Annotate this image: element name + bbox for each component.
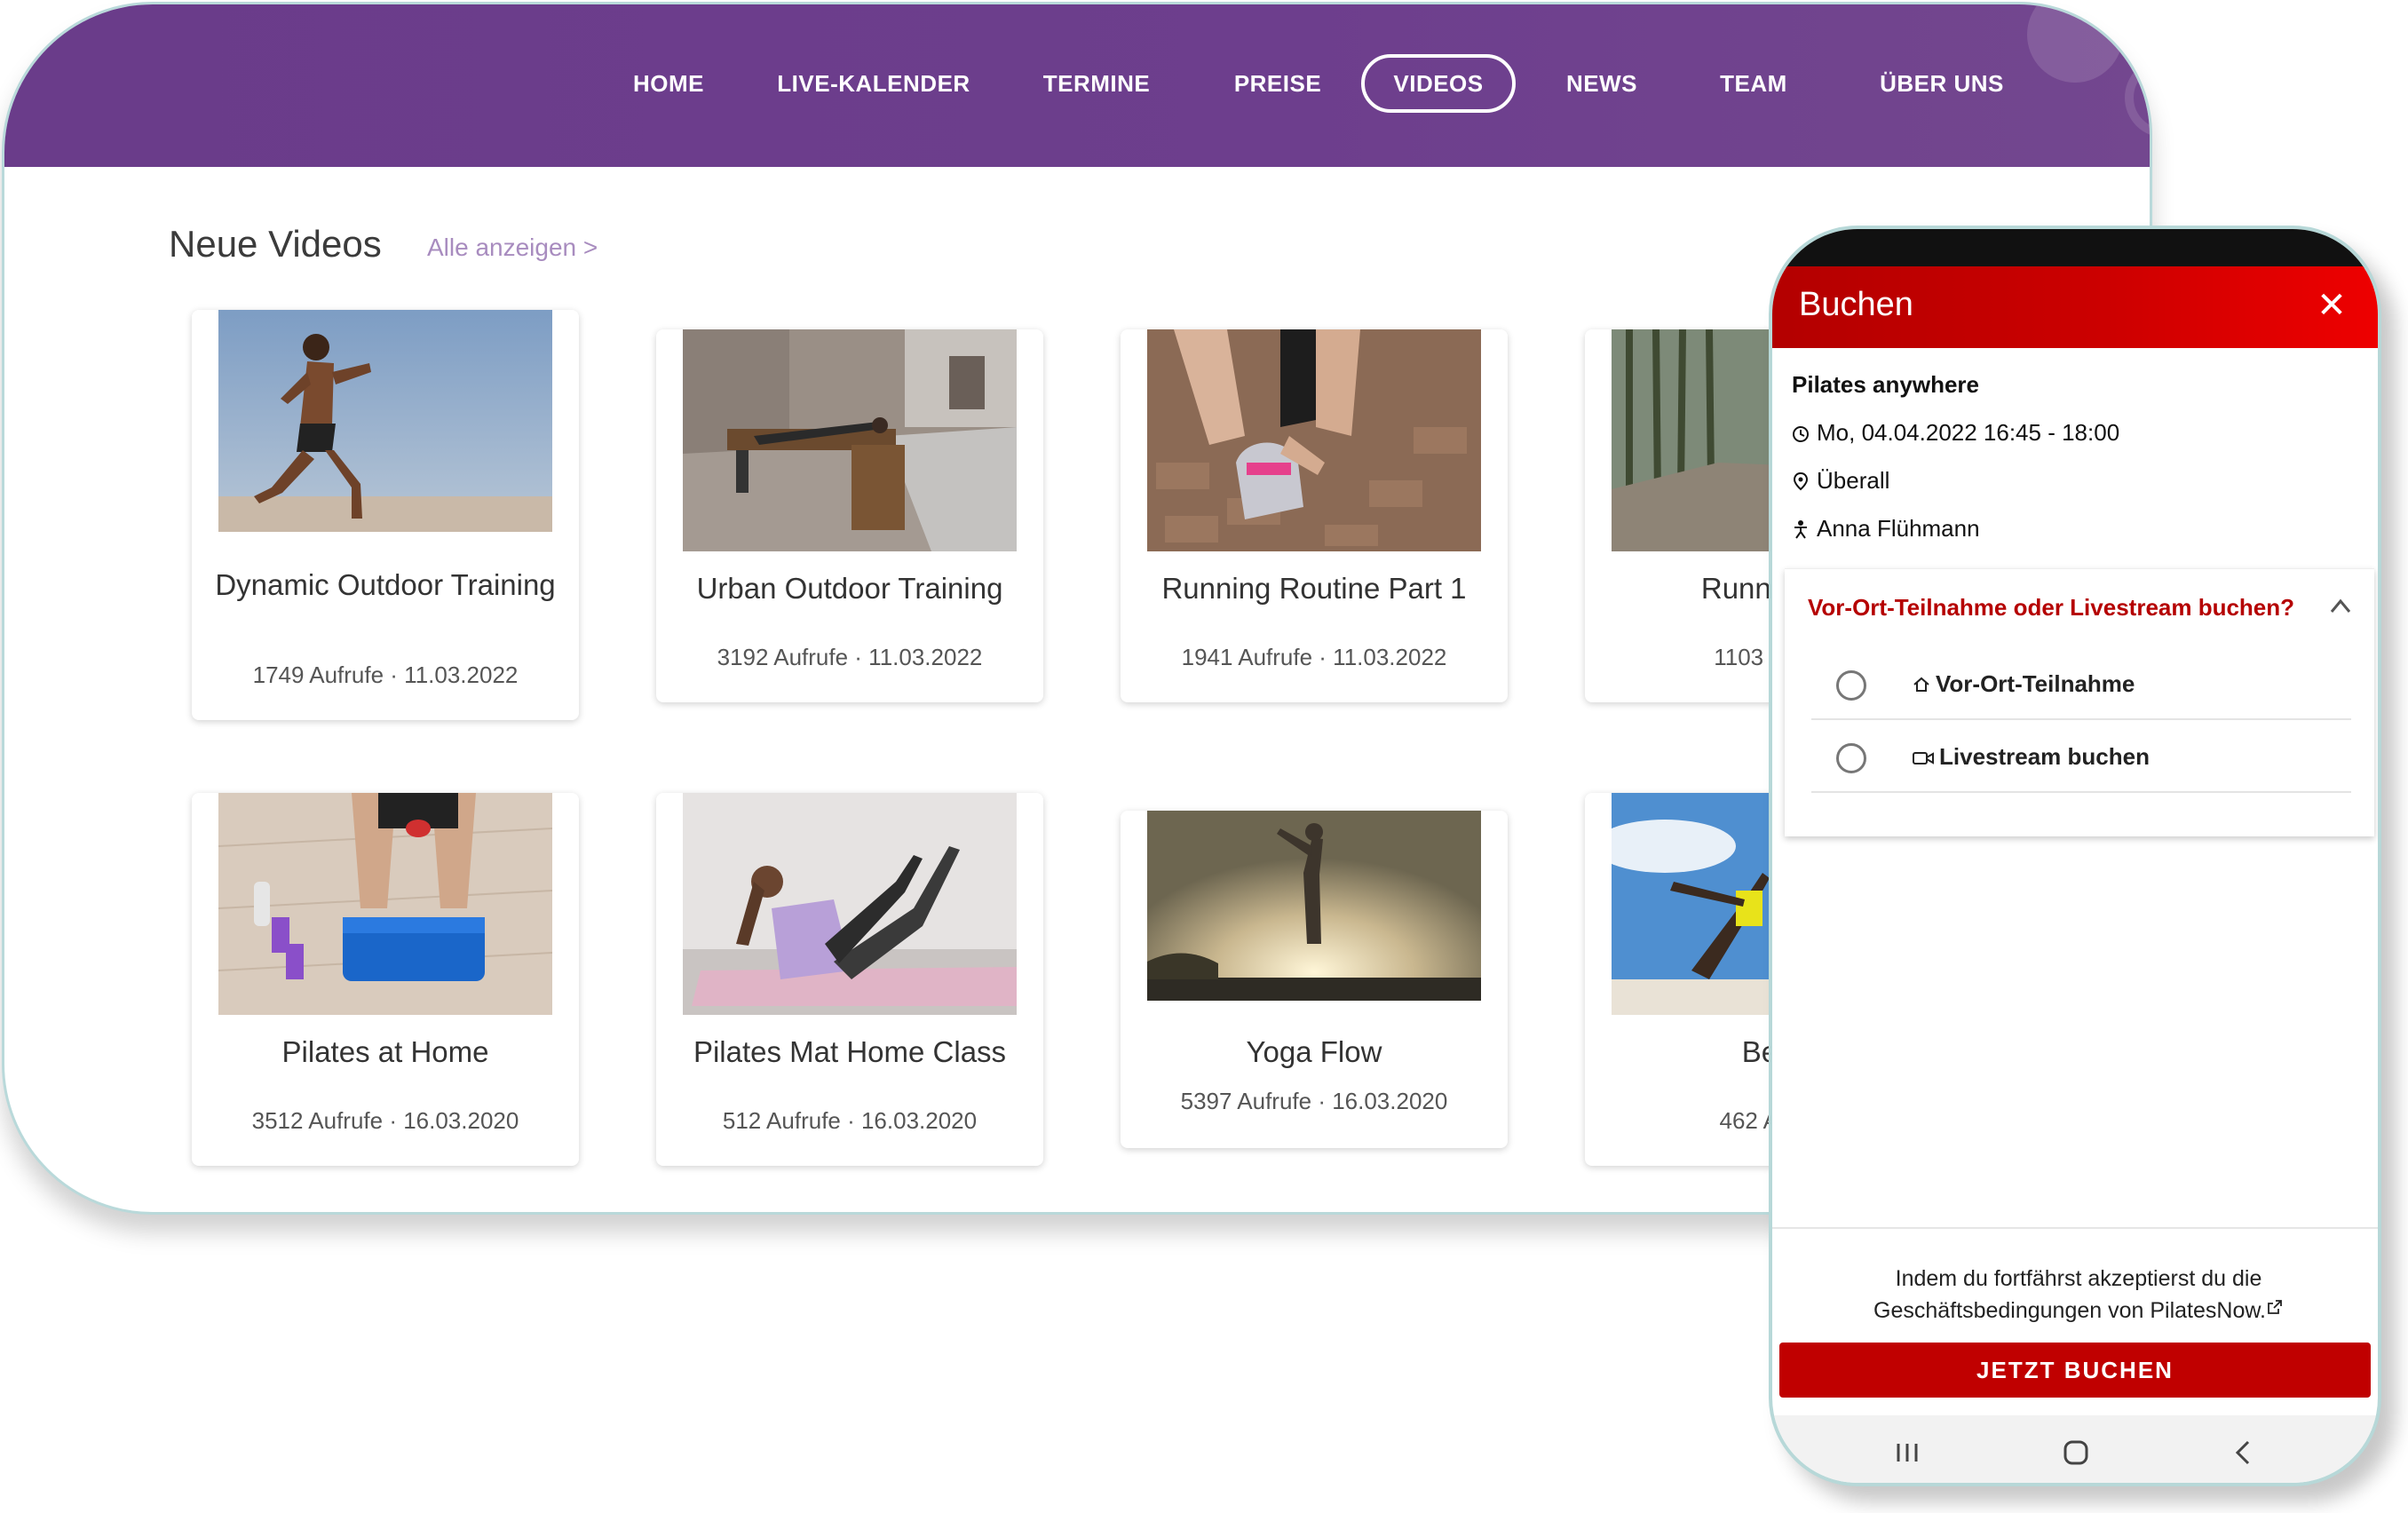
person-icon xyxy=(1792,515,1817,542)
video-title[interactable]: Dynamic Outdoor Training xyxy=(201,566,570,605)
back-icon[interactable] xyxy=(2225,1435,2261,1470)
video-title[interactable]: Pilates Mat Home Class xyxy=(665,1033,1034,1072)
video-card[interactable]: Urban Outdoor Training 3192 Aufrufe · 11… xyxy=(656,329,1043,702)
video-title[interactable]: Urban Outdoor Training xyxy=(665,569,1034,608)
close-icon[interactable]: ✕ xyxy=(2307,281,2357,330)
phone-status-bar xyxy=(1772,229,2378,268)
option-livestream[interactable]: Livestream buchen xyxy=(1811,720,2351,793)
video-meta: 3192 Aufrufe · 11.03.2022 xyxy=(717,644,983,670)
video-thumbnail[interactable] xyxy=(218,793,552,1015)
location-pin-icon xyxy=(1792,467,1817,494)
video-card[interactable]: Pilates at Home 3512 Aufrufe · 16.03.202… xyxy=(192,793,579,1166)
booking-type-panel: Vor-Ort-Teilnahme oder Livestream buchen… xyxy=(1785,568,2374,836)
top-navigation: HOME LIVE-KALENDER TERMINE PREISE VIDEOS… xyxy=(4,4,2150,167)
event-datetime: Mo, 04.04.2022 16:45 - 18:00 xyxy=(1817,419,2120,446)
video-camera-icon xyxy=(1913,743,1939,770)
event-datetime-row: Mo, 04.04.2022 16:45 - 18:00 xyxy=(1792,419,2119,447)
event-location: Überall xyxy=(1817,467,1890,494)
nav-preise[interactable]: PREISE xyxy=(1223,54,1333,113)
terms-link[interactable]: Geschäftsbedingungen von PilatesNow. xyxy=(1873,1298,2266,1323)
video-card[interactable]: Dynamic Outdoor Training 1749 Aufrufe · … xyxy=(192,310,579,720)
chevron-up-icon[interactable] xyxy=(2325,590,2357,622)
video-card[interactable]: Yoga Flow 5397 Aufrufe · 16.03.2020 xyxy=(1121,811,1508,1148)
video-meta: 3512 Aufrufe · 16.03.2020 xyxy=(251,1107,519,1134)
video-title[interactable]: Pilates at Home xyxy=(201,1033,570,1072)
nav-live-kalender[interactable]: LIVE-KALENDER xyxy=(773,54,974,113)
video-meta: 1941 Aufrufe · 11.03.2022 xyxy=(1181,644,1447,670)
nav-videos[interactable]: VIDEOS xyxy=(1361,54,1516,113)
nav-ueber-uns[interactable]: ÜBER UNS xyxy=(1860,54,2024,113)
video-title[interactable]: Yoga Flow xyxy=(1129,1033,1499,1072)
decorative-ring xyxy=(2125,58,2150,138)
nav-home[interactable]: HOME xyxy=(617,54,720,113)
terms-text: Indem du fortfährst akzeptierst du die G… xyxy=(1799,1263,2358,1327)
option-vor-ort[interactable]: Vor-Ort-Teilnahme xyxy=(1811,647,2351,720)
terms-line-1: Indem du fortfährst akzeptierst du die xyxy=(1895,1266,2262,1291)
video-title[interactable]: Running Routine Part 1 xyxy=(1129,569,1499,608)
video-thumbnail[interactable] xyxy=(1147,811,1481,1001)
option-vor-ort-label-row: Vor-Ort-Teilnahme xyxy=(1913,670,2135,698)
radio-livestream[interactable] xyxy=(1836,743,1866,773)
video-card[interactable]: Running Routine Part 1 1941 Aufrufe · 11… xyxy=(1121,329,1508,702)
phone-booking-modal: Buchen ✕ Pilates anywhere Mo, 04.04.2022… xyxy=(1769,226,2381,1486)
footer-divider xyxy=(1772,1227,2378,1229)
event-instructor: Anna Flühmann xyxy=(1817,515,1980,542)
section-title: Neue Videos xyxy=(169,223,382,265)
nav-news[interactable]: NEWS xyxy=(1553,54,1651,113)
option-livestream-label-row: Livestream buchen xyxy=(1913,743,2150,771)
modal-title: Buchen xyxy=(1799,286,1913,323)
video-thumbnail[interactable] xyxy=(683,793,1017,1015)
option-livestream-label: Livestream buchen xyxy=(1939,743,2150,770)
book-now-button[interactable]: JETZT BUCHEN xyxy=(1779,1343,2371,1398)
video-meta: 512 Aufrufe · 16.03.2020 xyxy=(722,1107,978,1134)
recent-apps-icon[interactable] xyxy=(1889,1435,1925,1470)
decorative-circle xyxy=(2027,4,2123,83)
external-link-icon[interactable] xyxy=(2266,1298,2284,1323)
video-meta: 1749 Aufrufe · 11.03.2022 xyxy=(252,661,519,688)
video-thumbnail[interactable] xyxy=(218,310,552,532)
video-card[interactable]: Pilates Mat Home Class 512 Aufrufe · 16.… xyxy=(656,793,1043,1166)
booking-type-question[interactable]: Vor-Ort-Teilnahme oder Livestream buchen… xyxy=(1808,594,2294,622)
android-navigation-bar xyxy=(1772,1415,2378,1483)
show-all-link[interactable]: Alle anzeigen > xyxy=(427,234,598,262)
video-meta: 5397 Aufrufe · 16.03.2020 xyxy=(1180,1088,1448,1114)
event-instructor-row: Anna Flühmann xyxy=(1792,515,1980,543)
nav-team[interactable]: TEAM xyxy=(1707,54,1800,113)
clock-icon xyxy=(1792,419,1817,446)
radio-vor-ort[interactable] xyxy=(1836,670,1866,701)
home-button-icon[interactable] xyxy=(2058,1435,2094,1470)
option-vor-ort-label: Vor-Ort-Teilnahme xyxy=(1936,670,2135,697)
event-location-row: Überall xyxy=(1792,467,1889,495)
home-icon xyxy=(1913,670,1936,697)
video-thumbnail[interactable] xyxy=(683,329,1017,551)
modal-header: Buchen ✕ xyxy=(1772,266,2378,348)
event-name: Pilates anywhere xyxy=(1792,371,1979,398)
nav-termine[interactable]: TERMINE xyxy=(1026,54,1168,113)
video-thumbnail[interactable] xyxy=(1147,329,1481,551)
